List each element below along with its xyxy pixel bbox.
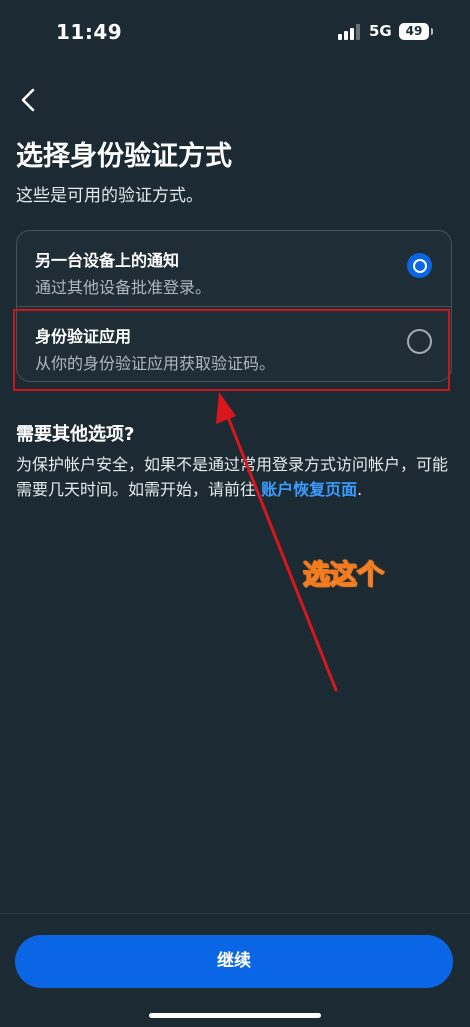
help-heading: 需要其他选项? xyxy=(16,424,135,445)
network-type: 5G xyxy=(369,22,392,40)
back-chevron-icon[interactable] xyxy=(14,86,42,114)
page-title: 选择身份验证方式 xyxy=(16,141,232,172)
option-title: 另一台设备上的通知 xyxy=(35,251,180,270)
auth-method-list: 另一台设备上的通知 通过其他设备批准登录。 身份验证应用 从你的身份验证应用获取… xyxy=(16,230,452,382)
account-recovery-link[interactable]: 账户恢复页面 xyxy=(261,480,357,499)
cellular-signal-icon xyxy=(338,24,360,40)
option-description: 通过其他设备批准登录。 xyxy=(35,278,212,297)
option-authenticator-app[interactable]: 身份验证应用 从你的身份验证应用获取验证码。 xyxy=(17,307,451,382)
option-device-notification[interactable]: 另一台设备上的通知 通过其他设备批准登录。 xyxy=(17,231,451,306)
continue-button[interactable]: 继续 xyxy=(15,935,453,988)
footer-divider xyxy=(0,913,470,914)
help-period: . xyxy=(357,480,363,499)
status-time: 11:49 xyxy=(56,20,123,44)
help-body: 为保护帐户安全，如果不是通过常用登录方式访问帐户，可能需要几天时间。如需开始，请… xyxy=(16,455,449,499)
option-title: 身份验证应用 xyxy=(35,327,132,346)
battery-cap xyxy=(431,28,433,35)
radio-unselected-icon[interactable] xyxy=(407,329,432,354)
radio-selected-icon[interactable] xyxy=(407,253,432,278)
annotation-label: 选这个 xyxy=(303,560,385,592)
battery-icon: 49 xyxy=(399,23,429,40)
home-indicator[interactable] xyxy=(149,1013,321,1018)
status-bar: 11:49 5G 49 xyxy=(0,0,470,64)
page-subtitle: 这些是可用的验证方式。 xyxy=(16,186,203,206)
help-text: 为保护帐户安全，如果不是通过常用登录方式访问帐户，可能需要几天时间。如需开始，请… xyxy=(16,452,450,502)
option-description: 从你的身份验证应用获取验证码。 xyxy=(35,354,276,373)
